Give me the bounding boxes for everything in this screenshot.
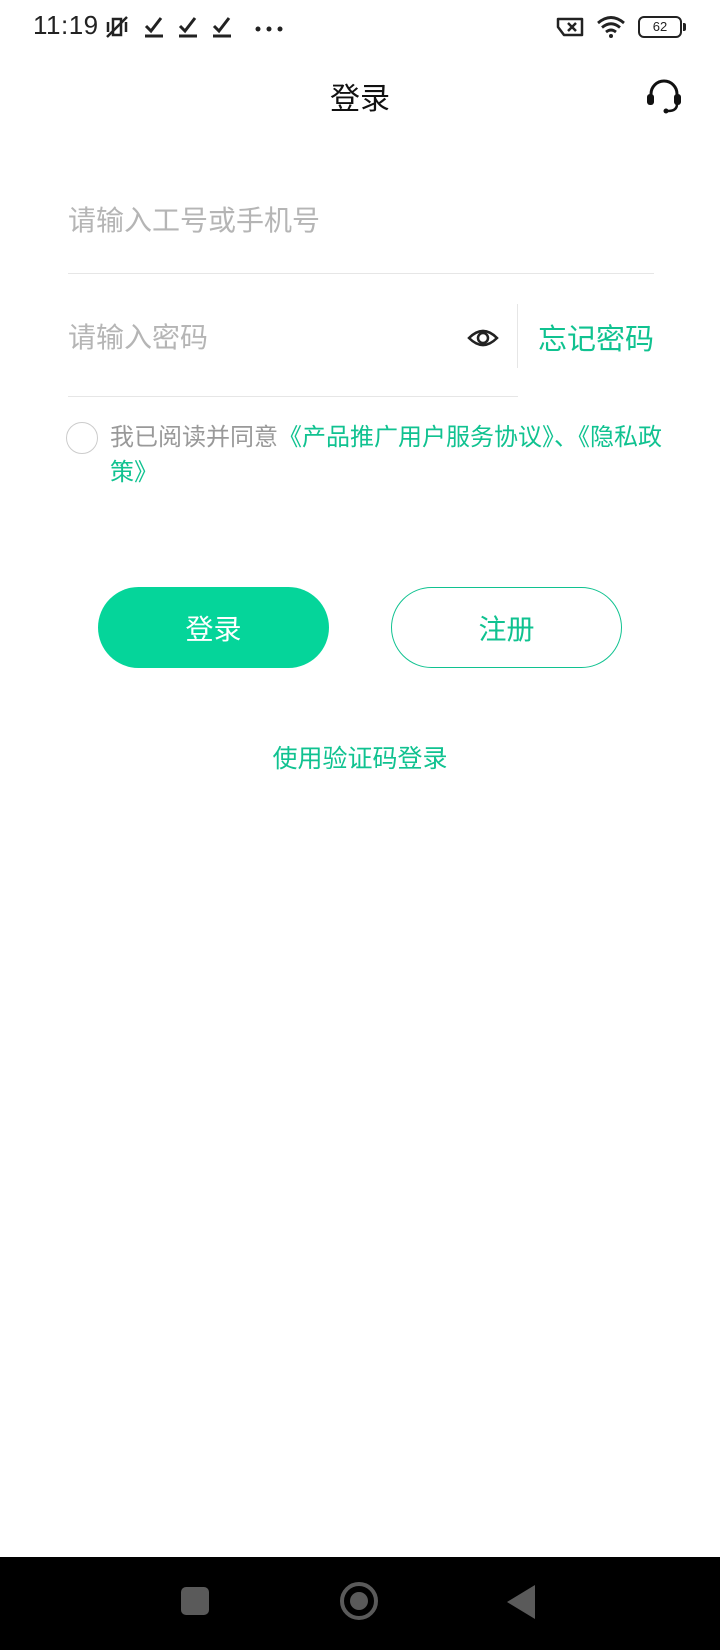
register-button[interactable]: 注册	[391, 587, 622, 668]
agreement-checkbox[interactable]	[66, 422, 98, 454]
register-button-label: 注册	[478, 612, 535, 646]
eye-icon[interactable]	[467, 322, 499, 354]
login-button[interactable]: 登录	[98, 587, 329, 668]
check-icon	[212, 17, 231, 38]
check-icon	[178, 17, 197, 38]
status-icons-left	[103, 12, 287, 42]
page-title: 登录	[330, 82, 390, 117]
status-time: 11:19	[33, 10, 99, 40]
home-icon-dot	[350, 1592, 368, 1610]
headset-icon[interactable]	[644, 76, 684, 116]
agreement-separator: 、	[554, 423, 578, 451]
battery-icon: 62	[638, 16, 686, 38]
more-dots-icon	[255, 26, 283, 32]
password-input[interactable]	[68, 313, 448, 361]
no-sim-icon	[556, 17, 584, 37]
mute-vibrate-icon	[106, 16, 128, 38]
account-input-underline	[68, 273, 654, 274]
agreement-prefix: 我已阅读并同意	[110, 423, 278, 451]
check-icon	[144, 17, 163, 38]
account-input[interactable]	[68, 196, 648, 244]
back-icon[interactable]	[507, 1585, 535, 1619]
password-input-underline	[68, 396, 518, 397]
service-agreement-link[interactable]: 《产品推广用户服务协议》	[278, 423, 554, 451]
login-button-label: 登录	[185, 612, 242, 646]
sms-login-link[interactable]: 使用验证码登录	[0, 739, 720, 775]
recent-apps-icon[interactable]	[181, 1587, 209, 1615]
forgot-password-link[interactable]: 忘记密码	[538, 316, 654, 358]
battery-level: 62	[652, 19, 668, 34]
status-icons-right: 62	[556, 12, 686, 42]
password-divider	[517, 304, 518, 368]
wifi-icon	[597, 16, 625, 38]
agreement-text: 我已阅读并同意《产品推广用户服务协议》、《隐私政策》	[110, 420, 670, 490]
